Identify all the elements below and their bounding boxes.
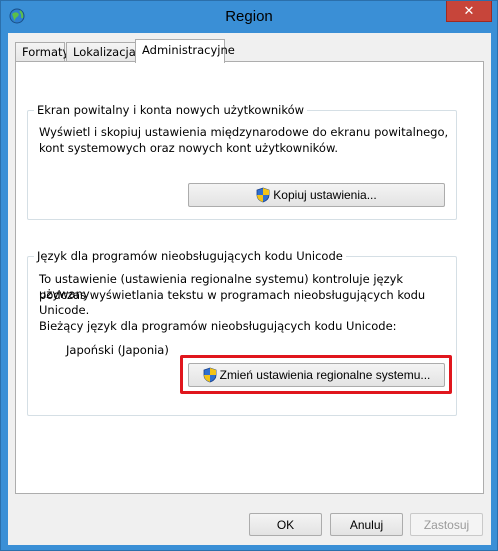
tab-page-administracyjne: Ekran powitalny i konta nowych użytkowni… [15,61,484,494]
apply-button[interactable]: Zastosuj [410,513,483,536]
red-highlight-box [180,355,452,394]
region-window: Region ✕ Formaty Lokalizacja Administrac… [0,0,498,551]
copy-settings-button[interactable]: Kopiuj ustawienia... [188,183,445,207]
unicode-description-line-2: podczas wyświetlania tekstu w programach… [39,288,426,302]
close-button[interactable]: ✕ [446,1,492,22]
copy-settings-label: Kopiuj ustawienia... [273,188,377,202]
ok-button[interactable]: OK [249,513,322,536]
tab-lokalizacja[interactable]: Lokalizacja [66,42,136,62]
welcome-description-line-1: Wyświetl i skopiuj ustawienia międzynaro… [39,125,449,139]
unicode-language-group: Język dla programów nieobsługujących kod… [27,249,457,416]
current-language-value: Japoński (Japonia) [66,343,169,357]
close-icon: ✕ [463,3,475,19]
unicode-description-line-3: Unicode. [39,303,90,317]
window-title: Region [225,8,273,25]
welcome-screen-group: Ekran powitalny i konta nowych użytkowni… [27,103,457,220]
tab-formaty[interactable]: Formaty [15,42,69,62]
welcome-group-legend: Ekran powitalny i konta nowych użytkowni… [34,103,308,117]
unicode-group-legend: Język dla programów nieobsługujących kod… [34,249,346,263]
dialog-client-area: Formaty Lokalizacja Administracyjne Ekra… [8,33,491,545]
uac-shield-icon [256,187,270,203]
cancel-button[interactable]: Anuluj [330,513,403,536]
tab-administracyjne[interactable]: Administracyjne [135,39,235,63]
title-bar[interactable]: Region ✕ [1,1,497,33]
welcome-description-line-2: kont systemowych oraz nowych kont użytko… [39,141,338,155]
current-language-label: Bieżący język dla programów nieobsługują… [39,319,397,333]
